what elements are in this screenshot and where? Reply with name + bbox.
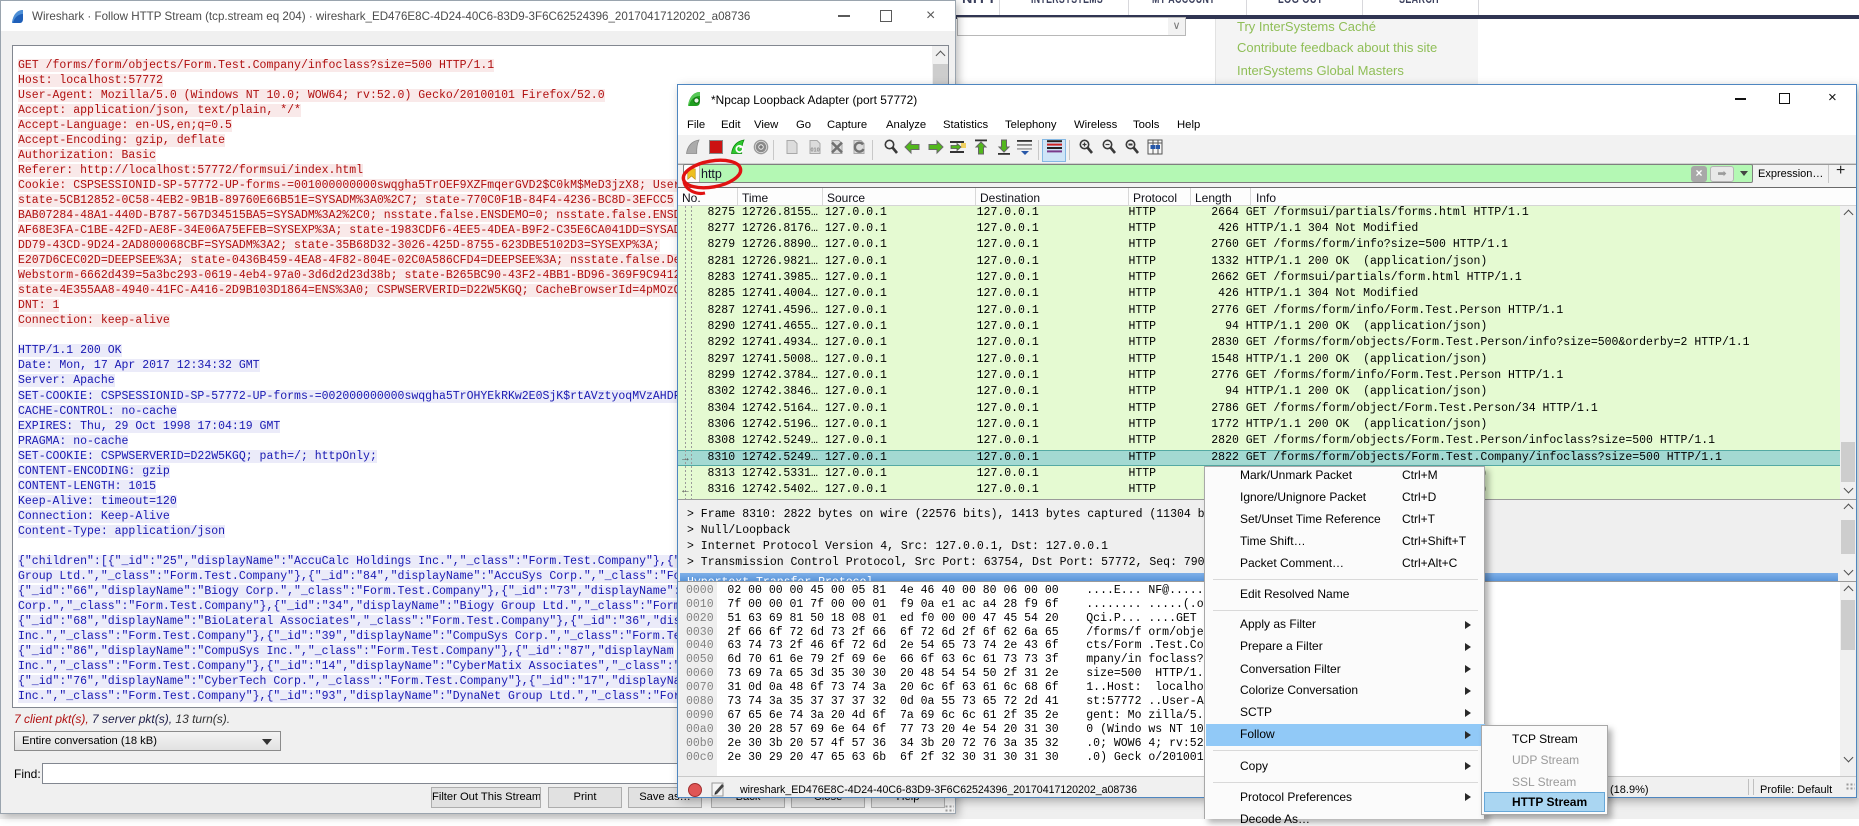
svg-text:010: 010 [811, 148, 820, 154]
